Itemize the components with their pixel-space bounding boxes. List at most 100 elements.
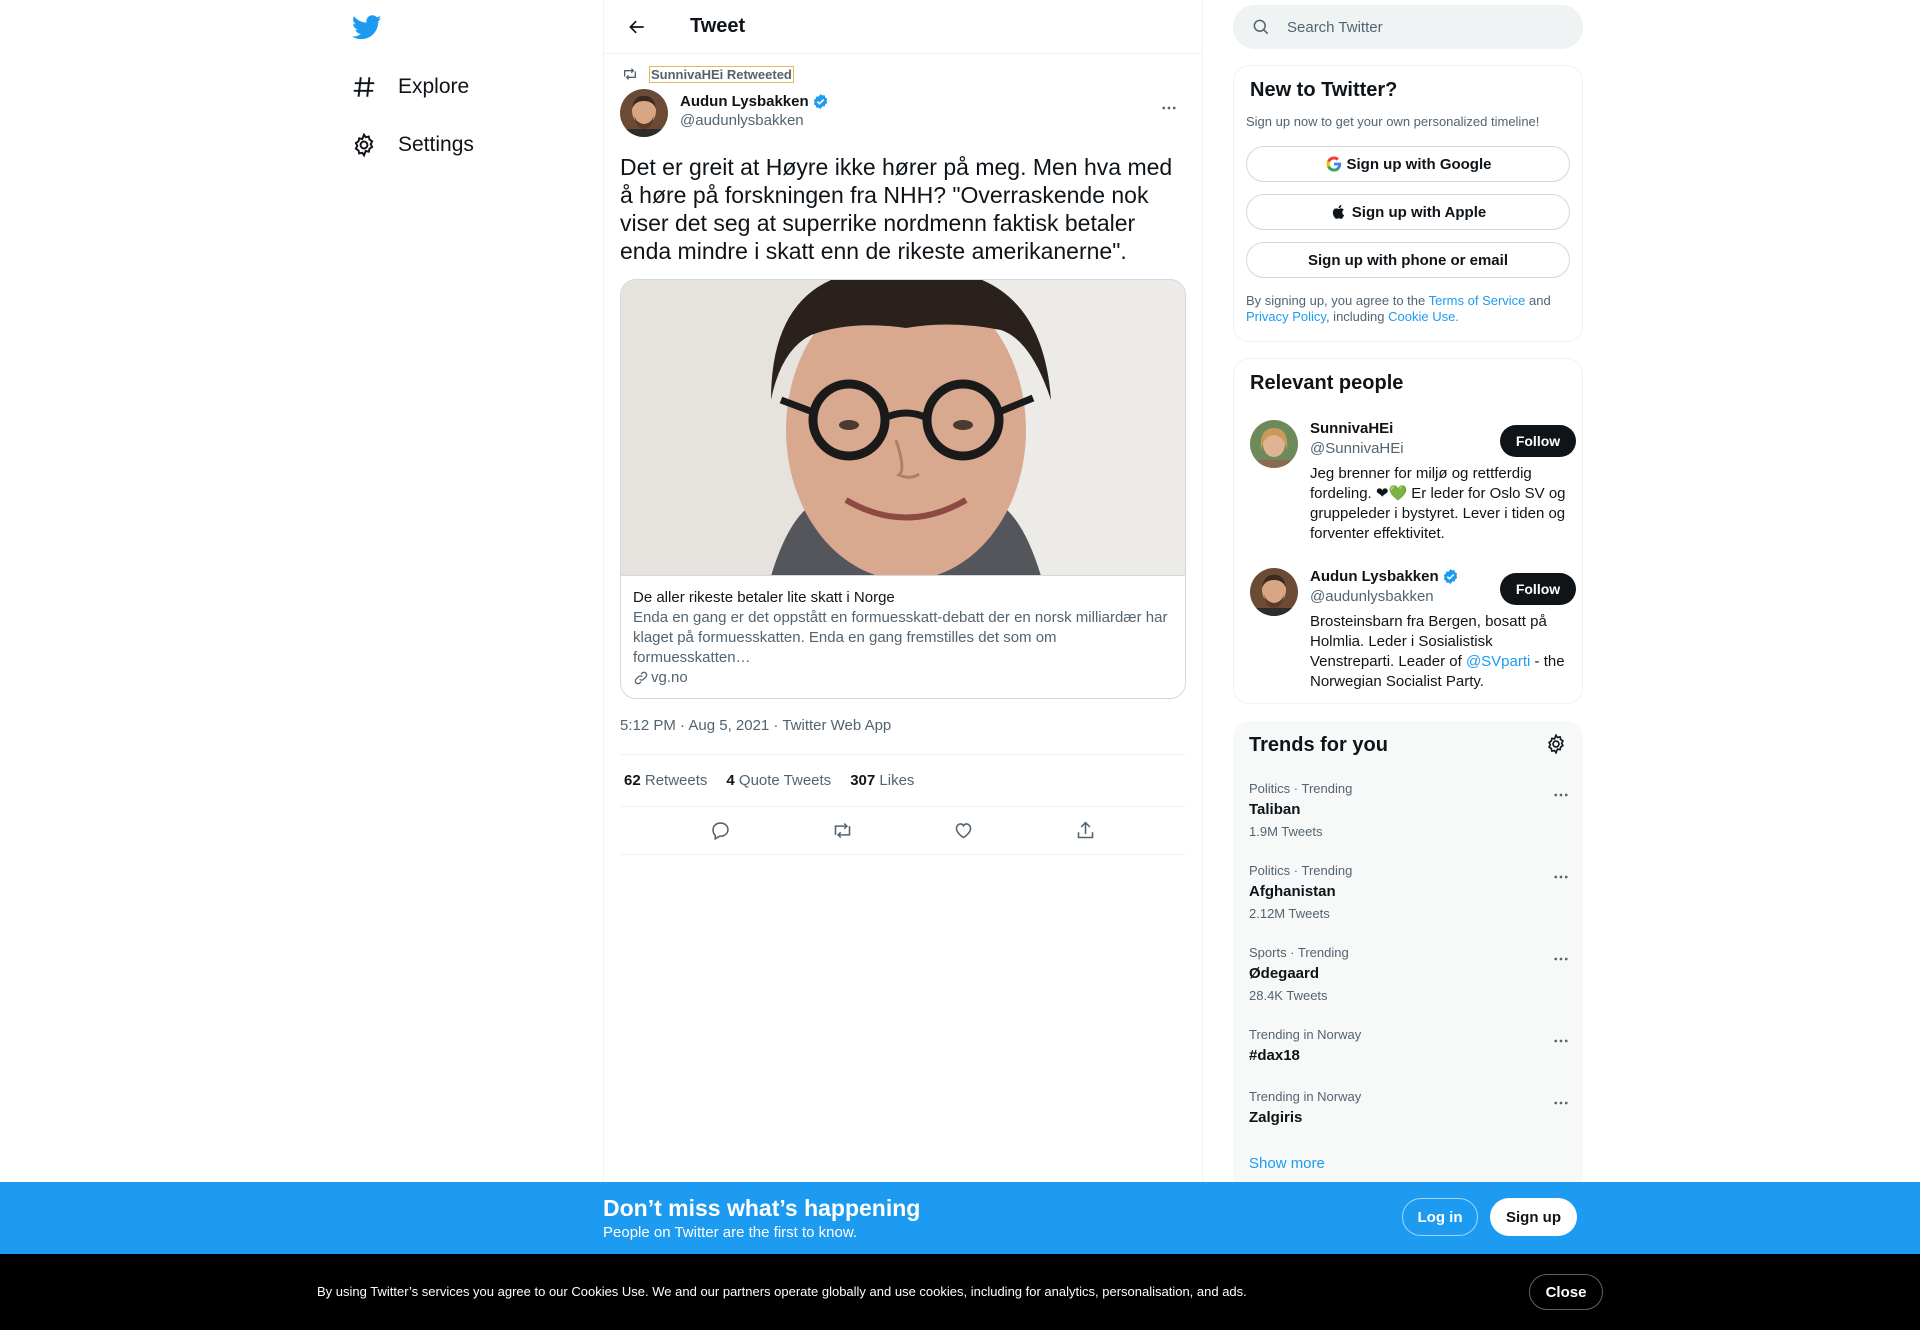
cookie-use-link[interactable]: Cookie Use. [1388, 309, 1459, 324]
avatar[interactable] [1250, 420, 1298, 468]
mention-link[interactable]: @SVparti [1466, 653, 1530, 670]
new-to-twitter-subtitle: Sign up now to get your own personalized… [1246, 114, 1540, 129]
privacy-policy-link[interactable]: Privacy Policy [1246, 309, 1326, 324]
link-card[interactable]: De aller rikeste betaler lite skatt i No… [620, 279, 1186, 699]
signup-banner: Don’t miss what’s happening People on Tw… [0, 1182, 1920, 1254]
person-handle[interactable]: @audunlysbakken [1310, 588, 1434, 605]
relevant-people-title: Relevant people [1250, 372, 1404, 394]
stat-label: Likes [879, 772, 915, 789]
show-more-link[interactable]: Show more [1249, 1155, 1325, 1172]
stat-likes[interactable]: 307 Likes [850, 772, 914, 789]
verified-badge-icon [813, 94, 827, 109]
card-image [621, 280, 1185, 576]
terms-of-service-link[interactable]: Terms of Service [1429, 293, 1526, 308]
card-domain: vg.no [633, 668, 1173, 688]
page-title: Tweet [690, 15, 746, 37]
search-input[interactable] [1287, 18, 1547, 36]
trend-count: 28.4K Tweets [1249, 988, 1328, 1003]
author-handle[interactable]: @audunlysbakken [680, 112, 829, 129]
signup-phone-email-button[interactable]: Sign up with phone or email [1246, 242, 1570, 278]
cookie-consent-bar: By using Twitter’s services you agree to… [0, 1254, 1920, 1330]
avatar[interactable] [1250, 568, 1298, 616]
google-icon [1326, 156, 1341, 172]
trends-title: Trends for you [1249, 734, 1388, 756]
search-bar[interactable] [1233, 5, 1583, 49]
close-button[interactable]: Close [1529, 1274, 1603, 1310]
stat-retweets[interactable]: 62 Retweets [624, 772, 707, 789]
trend-context: Trending in Norway [1249, 1027, 1362, 1042]
nav-settings[interactable]: Settings [350, 121, 474, 169]
person-name[interactable]: SunnivaHEi [1310, 420, 1393, 437]
retweet-icon[interactable] [825, 814, 859, 848]
stat-label: Retweets [644, 772, 708, 789]
hashtag-icon [350, 73, 378, 101]
back-arrow-icon[interactable] [620, 10, 654, 44]
trend-context: Politics · Trending [1249, 781, 1353, 796]
trend-context: Trending in Norway [1249, 1089, 1362, 1104]
author-name[interactable]: Audun Lysbakken [680, 93, 829, 110]
new-to-twitter-title: New to Twitter? [1250, 79, 1398, 101]
retweeted-by-link[interactable]: SunnivaHEi Retweeted [649, 65, 794, 83]
trend-item[interactable]: Sports · Trending Ødegaard 28.4K Tweets [1249, 945, 1569, 1003]
login-button[interactable]: Log in [1402, 1198, 1478, 1236]
nav-explore[interactable]: Explore [350, 63, 469, 111]
trend-name: Taliban [1249, 801, 1301, 818]
nav-explore-label: Explore [398, 75, 470, 98]
author-avatar[interactable] [620, 89, 668, 137]
stat-count: 4 [726, 772, 735, 789]
new-to-twitter-panel: New to Twitter? Sign up now to get your … [1233, 65, 1583, 342]
trend-context: Politics · Trending [1249, 863, 1353, 878]
more-options-icon[interactable] [1547, 781, 1575, 809]
more-options-icon[interactable] [1152, 91, 1186, 125]
trend-name: Ødegaard [1249, 965, 1320, 982]
search-icon [1253, 19, 1269, 35]
signup-google-label: Sign up with Google [1346, 155, 1492, 173]
cookie-text: By using Twitter’s services you agree to… [317, 1284, 1247, 1299]
trend-item[interactable]: Politics · Trending Afghanistan 2.12M Tw… [1249, 863, 1569, 921]
share-icon[interactable] [1068, 814, 1102, 848]
trend-item[interactable]: Trending in Norway Zalgiris [1249, 1089, 1569, 1126]
twitter-logo-icon[interactable] [351, 12, 382, 42]
legal-text: , including [1325, 309, 1389, 324]
trends-panel: Trends for you Politics · Trending Talib… [1233, 721, 1583, 1191]
card-body: De aller rikeste betaler lite skatt i No… [621, 576, 1185, 698]
more-options-icon[interactable] [1547, 1027, 1575, 1055]
apple-icon [1332, 205, 1344, 219]
reply-icon[interactable] [704, 814, 738, 848]
stat-count: 62 [624, 772, 641, 789]
tweet-header: Tweet [604, 0, 1202, 54]
signup-phone-label: Sign up with phone or email [1307, 251, 1508, 269]
signup-google-button[interactable]: Sign up with Google [1246, 146, 1570, 182]
signup-apple-label: Sign up with Apple [1351, 203, 1487, 221]
main-column: Tweet SunnivaHEi Retweeted Audun Lysbakk… [603, 0, 1203, 1330]
follow-button[interactable]: Follow [1500, 425, 1576, 457]
stat-count: 307 [850, 772, 876, 789]
like-heart-icon[interactable] [947, 814, 981, 848]
signup-button[interactable]: Sign up [1490, 1198, 1577, 1236]
nav-settings-label: Settings [398, 133, 474, 156]
person-bio: Jeg brenner for miljø og rettferdig ford… [1310, 465, 1566, 542]
signup-apple-button[interactable]: Sign up with Apple [1246, 194, 1570, 230]
gear-icon [350, 131, 378, 159]
tweet-timestamp[interactable]: 5:12 PM · Aug 5, 2021 · Twitter Web App [620, 717, 1186, 737]
more-options-icon[interactable] [1547, 945, 1575, 973]
trend-item[interactable]: Trending in Norway #dax18 [1249, 1027, 1569, 1064]
tweet-author: Audun Lysbakken @audunlysbakken [620, 89, 1186, 137]
card-description: Enda en gang er det oppstått en formuess… [633, 609, 1168, 666]
trend-count: 1.9M Tweets [1249, 824, 1323, 839]
stat-label: Quote Tweets [738, 772, 832, 789]
retweet-context: SunnivaHEi Retweeted [620, 64, 1186, 84]
trend-item[interactable]: Politics · Trending Taliban 1.9M Tweets [1249, 781, 1569, 839]
follow-button[interactable]: Follow [1500, 573, 1576, 605]
more-options-icon[interactable] [1547, 1089, 1575, 1117]
verified-badge-icon [1443, 569, 1457, 584]
gear-icon[interactable] [1545, 733, 1569, 757]
person-handle[interactable]: @SunnivaHEi [1310, 440, 1404, 457]
signup-legal-text: By signing up, you agree to the Terms of… [1246, 293, 1576, 325]
more-options-icon[interactable] [1547, 863, 1575, 891]
stat-quote-tweets[interactable]: 4 Quote Tweets [726, 772, 831, 789]
person-name[interactable]: Audun Lysbakken [1310, 568, 1459, 585]
legal-text: By signing up, you agree to the [1246, 293, 1429, 308]
trend-name: Zalgiris [1249, 1109, 1303, 1126]
author-name-text: Audun Lysbakken [680, 93, 809, 110]
